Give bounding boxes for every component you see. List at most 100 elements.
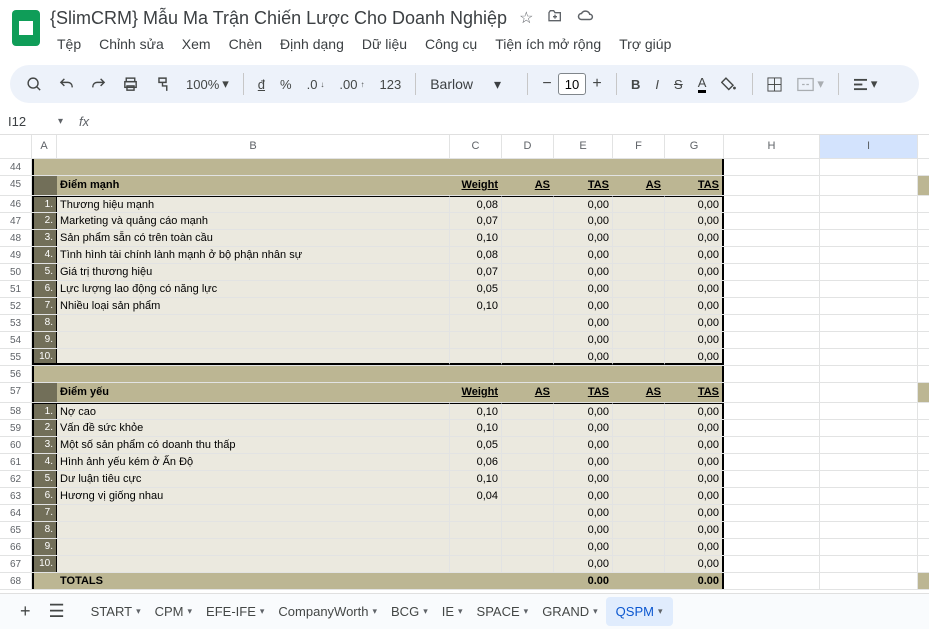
cell[interactable]: TAS — [554, 176, 613, 195]
cell[interactable] — [613, 471, 665, 487]
cell[interactable] — [613, 522, 665, 538]
cell[interactable] — [450, 522, 502, 538]
cell[interactable] — [502, 196, 554, 212]
bold-button[interactable]: B — [625, 73, 646, 96]
doc-title[interactable]: {SlimCRM} Mẫu Ma Trận Chiến Lược Cho Doa… — [50, 8, 507, 29]
cell[interactable]: 0,10 — [450, 471, 502, 487]
all-sheets-button[interactable]: ☰ — [41, 597, 73, 626]
cell[interactable]: AS — [502, 176, 554, 195]
cell[interactable]: 0,00 — [554, 281, 613, 297]
cell[interactable] — [613, 196, 665, 212]
cell[interactable] — [502, 437, 554, 453]
cell[interactable] — [502, 298, 554, 314]
cell[interactable] — [32, 383, 57, 402]
cell[interactable] — [450, 505, 502, 521]
cell[interactable] — [820, 349, 918, 365]
cell[interactable]: 0,00 — [554, 196, 613, 212]
cell[interactable]: 0,00 — [554, 505, 613, 521]
cell[interactable] — [502, 488, 554, 504]
formula-input[interactable] — [97, 114, 929, 129]
menu-item[interactable]: Dữ liệu — [355, 33, 414, 55]
cell[interactable] — [57, 366, 450, 382]
row-header[interactable]: 47 — [0, 213, 32, 230]
cell[interactable]: 0,00 — [665, 230, 724, 246]
row-header[interactable]: 52 — [0, 298, 32, 315]
cell[interactable] — [613, 281, 665, 297]
cell[interactable] — [613, 420, 665, 436]
increase-decimal-button[interactable]: .00↑ — [333, 73, 370, 96]
cell[interactable] — [724, 213, 820, 229]
cell[interactable] — [502, 454, 554, 470]
cell[interactable] — [57, 332, 450, 348]
cell[interactable] — [820, 437, 918, 453]
cell[interactable] — [502, 505, 554, 521]
row-header[interactable]: 65 — [0, 522, 32, 539]
cell[interactable]: 0.00 — [554, 573, 613, 589]
cell[interactable]: 0,08 — [450, 247, 502, 263]
cell[interactable] — [613, 488, 665, 504]
col-header[interactable]: B — [57, 135, 450, 158]
row-header[interactable]: 57 — [0, 383, 32, 403]
cell[interactable] — [724, 332, 820, 348]
sheet-tab[interactable]: SPACE ▾ — [471, 597, 535, 626]
cell[interactable] — [724, 454, 820, 470]
cell[interactable]: TAS — [665, 176, 724, 195]
cell[interactable]: 9. — [32, 539, 57, 555]
cell[interactable]: 0,00 — [554, 539, 613, 555]
cell[interactable]: Dư luận tiêu cực — [57, 471, 450, 487]
sheet-tab[interactable]: GRAND ▾ — [536, 597, 603, 626]
cell[interactable]: 5. — [32, 471, 57, 487]
sheet-tab[interactable]: START ▾ — [85, 597, 147, 626]
format-select[interactable]: 123 — [374, 73, 408, 96]
cell[interactable]: Giá trị thương hiệu — [57, 264, 450, 280]
cell[interactable]: TAS — [554, 383, 613, 402]
row-header[interactable]: 59 — [0, 420, 32, 437]
cell[interactable] — [57, 539, 450, 555]
cell[interactable]: 0,00 — [554, 403, 613, 419]
cell[interactable]: 0,04 — [450, 488, 502, 504]
cell[interactable]: 0,10 — [450, 230, 502, 246]
cell[interactable]: 0,00 — [554, 332, 613, 348]
cell[interactable] — [724, 247, 820, 263]
row-header[interactable]: 61 — [0, 454, 32, 471]
cell[interactable]: 1. — [32, 403, 57, 419]
cell[interactable] — [502, 247, 554, 263]
cell[interactable] — [502, 471, 554, 487]
cell[interactable] — [613, 573, 665, 589]
cell[interactable] — [820, 176, 918, 195]
cell[interactable]: 0,06 — [450, 454, 502, 470]
cell[interactable]: 0,00 — [554, 213, 613, 229]
cell[interactable]: 0,00 — [665, 556, 724, 572]
cell[interactable]: 0,00 — [554, 454, 613, 470]
row-header[interactable]: 66 — [0, 539, 32, 556]
menu-item[interactable]: Chèn — [222, 33, 269, 55]
percent-button[interactable]: % — [274, 73, 298, 96]
cell[interactable]: Một số sản phẩm có doanh thu thấp — [57, 437, 450, 453]
cloud-icon[interactable] — [577, 8, 595, 29]
cell[interactable]: 0,00 — [554, 471, 613, 487]
cell[interactable] — [57, 505, 450, 521]
cell[interactable]: 0,00 — [665, 213, 724, 229]
cell[interactable]: 0,00 — [665, 471, 724, 487]
cell[interactable]: 7. — [32, 505, 57, 521]
cell[interactable]: 1. — [32, 196, 57, 212]
cell[interactable]: 7. — [32, 298, 57, 314]
cell[interactable] — [665, 159, 724, 175]
cell[interactable] — [502, 556, 554, 572]
move-icon[interactable] — [547, 8, 563, 29]
search-icon[interactable] — [20, 72, 49, 97]
cell[interactable]: 0,00 — [554, 315, 613, 331]
cell[interactable] — [613, 298, 665, 314]
row-header[interactable]: 63 — [0, 488, 32, 505]
cell[interactable] — [613, 159, 665, 175]
cell[interactable] — [724, 556, 820, 572]
cell[interactable] — [502, 230, 554, 246]
undo-button[interactable] — [52, 72, 81, 97]
cell[interactable] — [613, 332, 665, 348]
cell[interactable]: 2. — [32, 420, 57, 436]
cell[interactable] — [613, 213, 665, 229]
cell[interactable]: TOTALS — [57, 573, 450, 589]
print-button[interactable] — [116, 72, 145, 97]
cell[interactable]: 0,00 — [665, 315, 724, 331]
borders-button[interactable] — [761, 73, 788, 96]
